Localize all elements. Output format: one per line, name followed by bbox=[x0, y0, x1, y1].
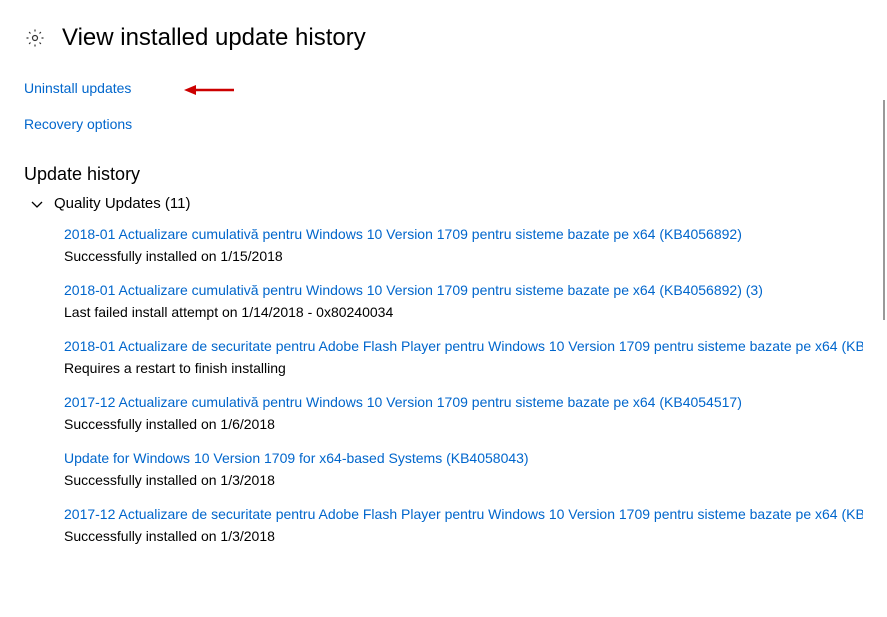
recovery-options-link[interactable]: Recovery options bbox=[24, 116, 132, 132]
update-status: Successfully installed on 1/15/2018 bbox=[64, 248, 863, 264]
update-status: Successfully installed on 1/3/2018 bbox=[64, 528, 863, 544]
gear-icon bbox=[24, 27, 46, 49]
update-status: Last failed install attempt on 1/14/2018… bbox=[64, 304, 863, 320]
page-title: View installed update history bbox=[62, 24, 366, 52]
update-item: 2017-12 Actualizare de securitate pentru… bbox=[64, 506, 863, 544]
update-status: Successfully installed on 1/3/2018 bbox=[64, 472, 863, 488]
recovery-link-row: Recovery options bbox=[24, 116, 863, 134]
update-status: Successfully installed on 1/6/2018 bbox=[64, 416, 863, 432]
update-item: 2018-01 Actualizare cumulativă pentru Wi… bbox=[64, 226, 863, 264]
update-item: 2017-12 Actualizare cumulativă pentru Wi… bbox=[64, 394, 863, 432]
scrollbar[interactable] bbox=[883, 100, 885, 320]
update-title-link[interactable]: 2017-12 Actualizare cumulativă pentru Wi… bbox=[64, 394, 863, 410]
update-item: Update for Windows 10 Version 1709 for x… bbox=[64, 450, 863, 488]
update-history-title: Update history bbox=[24, 164, 863, 185]
update-item: 2018-01 Actualizare cumulativă pentru Wi… bbox=[64, 282, 863, 320]
update-title-link[interactable]: 2018-01 Actualizare cumulativă pentru Wi… bbox=[64, 282, 863, 298]
update-status: Requires a restart to finish installing bbox=[64, 360, 863, 376]
update-item: 2018-01 Actualizare de securitate pentru… bbox=[64, 338, 863, 376]
chevron-down-icon bbox=[30, 197, 44, 211]
quality-updates-label: Quality Updates (11) bbox=[54, 195, 190, 212]
update-title-link[interactable]: 2018-01 Actualizare de securitate pentru… bbox=[64, 338, 863, 354]
update-title-link[interactable]: Update for Windows 10 Version 1709 for x… bbox=[64, 450, 863, 466]
update-title-link[interactable]: 2017-12 Actualizare de securitate pentru… bbox=[64, 506, 863, 522]
quality-updates-expander[interactable]: Quality Updates (11) bbox=[30, 195, 863, 212]
uninstall-link-row: Uninstall updates bbox=[24, 80, 863, 98]
page-header: View installed update history bbox=[24, 24, 863, 52]
uninstall-updates-link[interactable]: Uninstall updates bbox=[24, 80, 131, 96]
arrow-annotation-icon bbox=[184, 82, 234, 103]
update-title-link[interactable]: 2018-01 Actualizare cumulativă pentru Wi… bbox=[64, 226, 863, 242]
updates-list: 2018-01 Actualizare cumulativă pentru Wi… bbox=[64, 226, 863, 544]
